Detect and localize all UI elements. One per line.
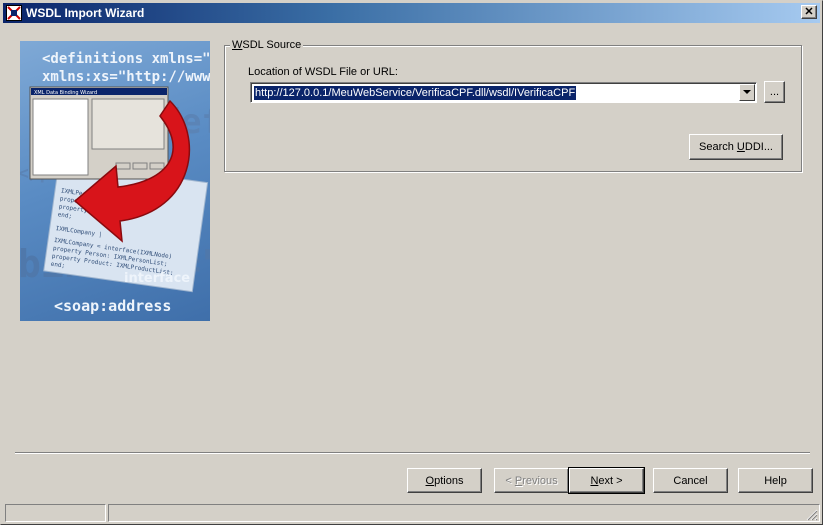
window-title: WSDL Import Wizard [26, 6, 145, 20]
title-bar[interactable]: WSDL Import Wizard ✕ [3, 3, 820, 23]
close-icon: ✕ [804, 5, 814, 18]
close-button[interactable]: ✕ [801, 5, 817, 19]
banner-illustration: <definitions xmlns="htt xmlns:xs="http:/… [20, 51, 210, 315]
previous-button[interactable]: < Previous [494, 468, 569, 493]
wsdl-source-group-title: WSDL Source [230, 39, 304, 51]
chevron-down-icon [743, 90, 751, 94]
mini-window-title: XML Data Binding Wizard [34, 90, 97, 96]
options-button[interactable]: Options [407, 468, 482, 493]
wsdl-wizard-icon [6, 5, 22, 21]
mini-wizard-screenshot: XML Data Binding Wizard [29, 86, 169, 180]
footer-separator [15, 452, 810, 454]
wizard-banner-image: <definitions xmlns="htt xmlns:xs="http:/… [20, 41, 210, 321]
banner-text-1: <definitions xmlns="htt [42, 51, 210, 67]
next-button[interactable]: Next > [568, 467, 645, 494]
status-panel-left [5, 504, 106, 522]
status-bar [3, 504, 820, 523]
banner-text-7: interface [124, 271, 190, 286]
location-label: Location of WSDL File or URL: [248, 66, 398, 78]
wizard-window: WSDL Import Wizard ✕ <definitions xmlns=… [0, 0, 823, 525]
size-grip-icon[interactable] [806, 509, 818, 521]
browse-button[interactable]: ... [764, 81, 785, 103]
search-uddi-button[interactable]: Search UDDI... [689, 134, 783, 160]
help-button[interactable]: Help [738, 468, 813, 493]
banner-text-2: xmlns:xs="http://www.w [42, 69, 210, 85]
banner-text-6: <soap:address [54, 297, 171, 315]
wsdl-location-value[interactable]: http://127.0.0.1/MeuWebService/VerificaC… [252, 85, 578, 101]
search-uddi-label: Search UDDI... [699, 141, 773, 153]
combo-dropdown-button[interactable] [739, 84, 755, 101]
cancel-button[interactable]: Cancel [653, 468, 728, 493]
wsdl-location-combobox[interactable]: http://127.0.0.1/MeuWebService/VerificaC… [250, 82, 757, 103]
status-panel-main [108, 504, 820, 522]
